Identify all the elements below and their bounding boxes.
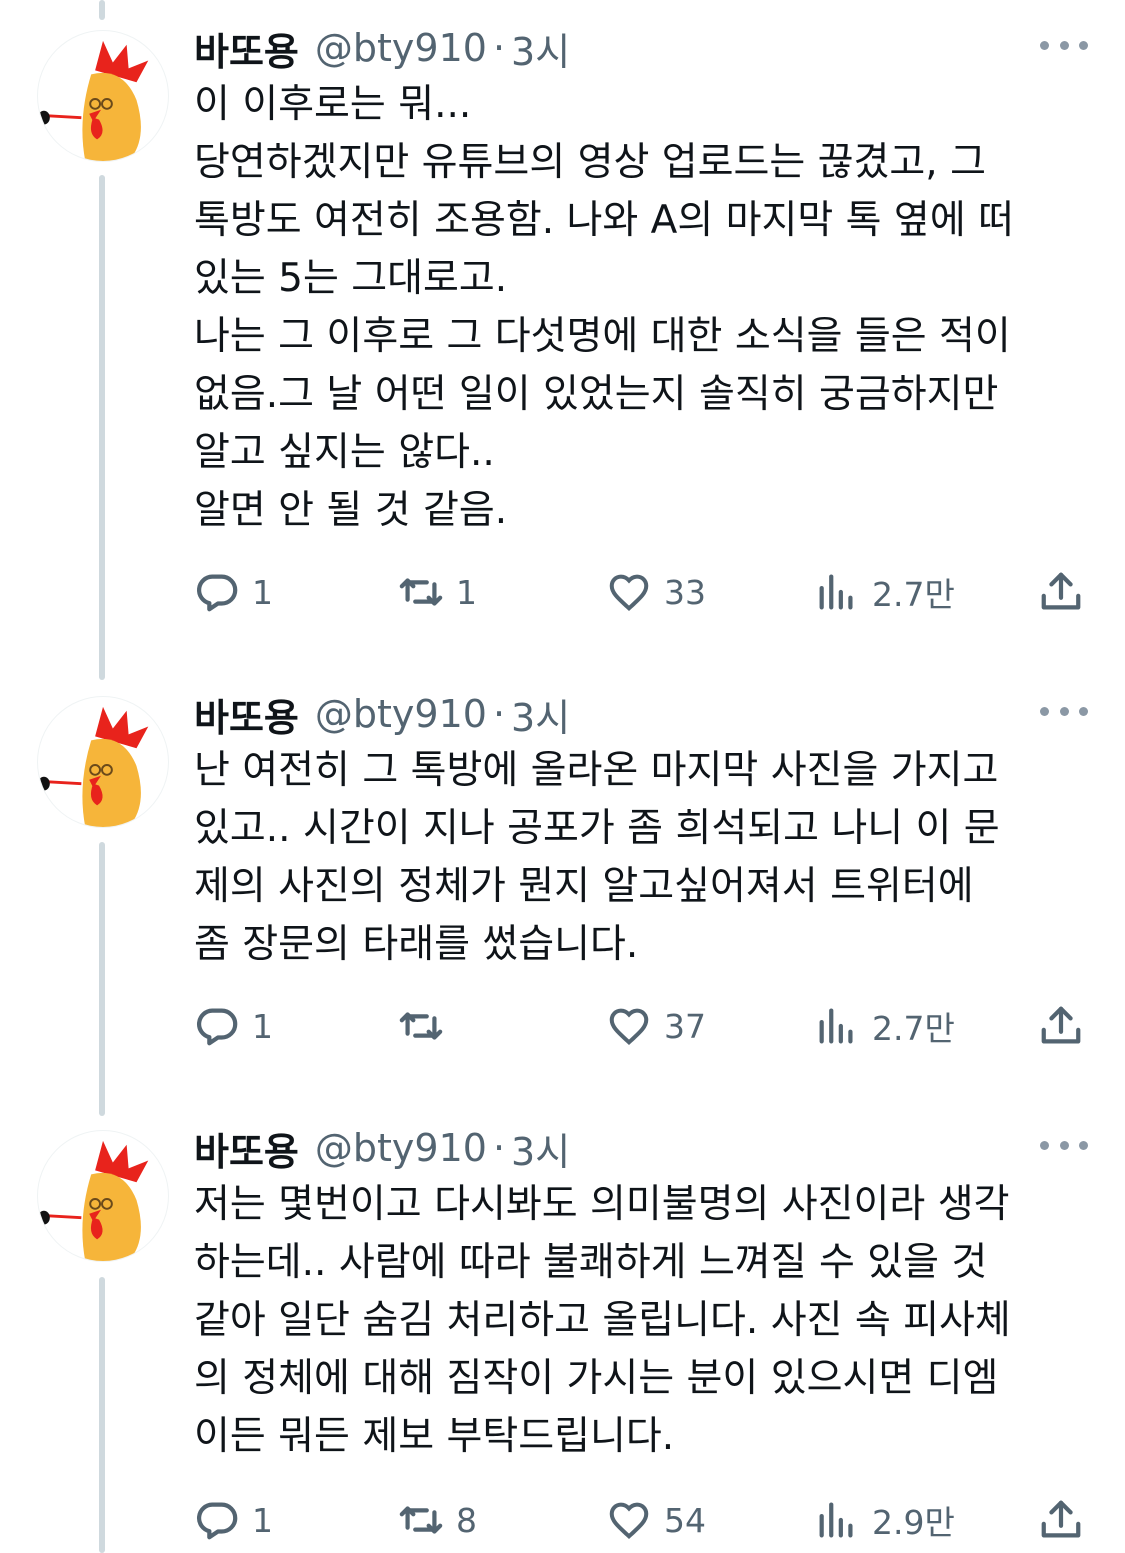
tweet-text: 이 이후로는 뭐... 당연하겠지만 유튜브의 영상 업로드는 끊겼고, 그 톡…	[194, 82, 1014, 533]
tweet-header: 바또용 @bty910 · 3시	[194, 684, 570, 744]
author-name[interactable]: 바또용	[194, 1121, 299, 1176]
retweet-arrows-icon	[399, 578, 443, 606]
tweet-text: 저는 몇번이고 다시봐도 의미불명의 사진이라 생각 하는데.. 사람에 따라 …	[194, 1182, 1011, 1459]
retweet-arrows-icon	[399, 1506, 443, 1534]
view-count: 2.7만	[872, 1009, 955, 1048]
speech-bubble-icon	[196, 574, 238, 612]
retweet-arrows-icon	[399, 1012, 443, 1040]
speech-bubble-icon	[196, 1008, 238, 1046]
bar-chart-icon	[819, 574, 853, 610]
retweet-button[interactable]: 1	[398, 562, 477, 622]
like-button[interactable]: 33	[606, 562, 706, 622]
reply-count: 1	[252, 572, 273, 612]
avatar[interactable]	[37, 1130, 169, 1262]
views-button[interactable]: 2.7만	[814, 562, 955, 622]
author-handle[interactable]: @bty910	[315, 1126, 487, 1170]
tweet-header: 바또용 @bty910 · 3시	[194, 18, 570, 78]
reply-button[interactable]: 1	[194, 1490, 273, 1550]
avatar[interactable]	[37, 696, 169, 828]
tweet[interactable]: 바또용 @bty910 · 3시 저는 몇번이고 다시봐도 의미불명의 사진이라…	[0, 1118, 1125, 1553]
views-button[interactable]: 2.9만	[814, 1490, 955, 1550]
like-count: 54	[664, 1500, 706, 1540]
thread-line	[99, 0, 105, 20]
heart-icon	[609, 574, 649, 612]
tweet-actions: 1 37 2.7만	[0, 996, 1125, 1056]
tweet[interactable]: 바또용 @bty910 · 3시 난 여전히 그 톡방에 올라온 마지막 사진을…	[0, 684, 1125, 1074]
timestamp[interactable]: 3시	[511, 21, 570, 76]
upload-arrow-icon	[1041, 1006, 1081, 1044]
tweet-actions: 1 8 54 2.9만	[0, 1490, 1125, 1550]
like-count: 37	[664, 1006, 706, 1046]
separator: ·	[492, 692, 506, 736]
tweet-actions: 1 1 33 2.7만	[0, 562, 1125, 622]
reply-count: 1	[252, 1006, 273, 1046]
retweet-button[interactable]: 8	[398, 1490, 477, 1550]
author-handle[interactable]: @bty910	[315, 692, 487, 736]
tweet-text: 난 여전히 그 톡방에 올라온 마지막 사진을 가지고 있고.. 시간이 지나 …	[194, 748, 1000, 967]
more-options-icon[interactable]	[1040, 32, 1088, 58]
timestamp[interactable]: 3시	[511, 1121, 570, 1176]
separator: ·	[492, 26, 506, 70]
retweet-count: 8	[456, 1500, 477, 1540]
more-options-icon[interactable]	[1040, 698, 1088, 724]
views-button[interactable]: 2.7만	[814, 996, 955, 1056]
heart-icon	[609, 1502, 649, 1540]
bar-chart-icon	[819, 1502, 853, 1538]
author-name[interactable]: 바또용	[194, 21, 299, 76]
heart-icon	[609, 1008, 649, 1046]
tweet[interactable]: 바또용 @bty910 · 3시 이 이후로는 뭐... 당연하겠지만 유튜브의…	[0, 18, 1125, 638]
like-count: 33	[664, 572, 706, 612]
upload-arrow-icon	[1041, 1500, 1081, 1538]
separator: ·	[492, 1126, 506, 1170]
tweet-header: 바또용 @bty910 · 3시	[194, 1118, 570, 1178]
like-button[interactable]: 54	[606, 1490, 706, 1550]
retweet-button[interactable]	[398, 996, 456, 1056]
reply-button[interactable]: 1	[194, 996, 273, 1056]
view-count: 2.9만	[872, 1503, 955, 1542]
timestamp[interactable]: 3시	[511, 687, 570, 742]
upload-arrow-icon	[1041, 572, 1081, 610]
speech-bubble-icon	[196, 1502, 238, 1540]
author-handle[interactable]: @bty910	[315, 26, 487, 70]
share-button[interactable]	[1038, 562, 1084, 622]
author-name[interactable]: 바또용	[194, 687, 299, 742]
share-button[interactable]	[1038, 1490, 1084, 1550]
rooster-avatar-icon	[38, 40, 149, 161]
reply-button[interactable]: 1	[194, 562, 273, 622]
rooster-avatar-icon	[38, 706, 149, 827]
view-count: 2.7만	[872, 575, 955, 614]
bar-chart-icon	[819, 1008, 853, 1044]
rooster-avatar-icon	[38, 1140, 149, 1261]
share-button[interactable]	[1038, 996, 1084, 1056]
more-options-icon[interactable]	[1040, 1132, 1088, 1158]
reply-count: 1	[252, 1500, 273, 1540]
avatar[interactable]	[37, 30, 169, 162]
retweet-count: 1	[456, 572, 477, 612]
like-button[interactable]: 37	[606, 996, 706, 1056]
